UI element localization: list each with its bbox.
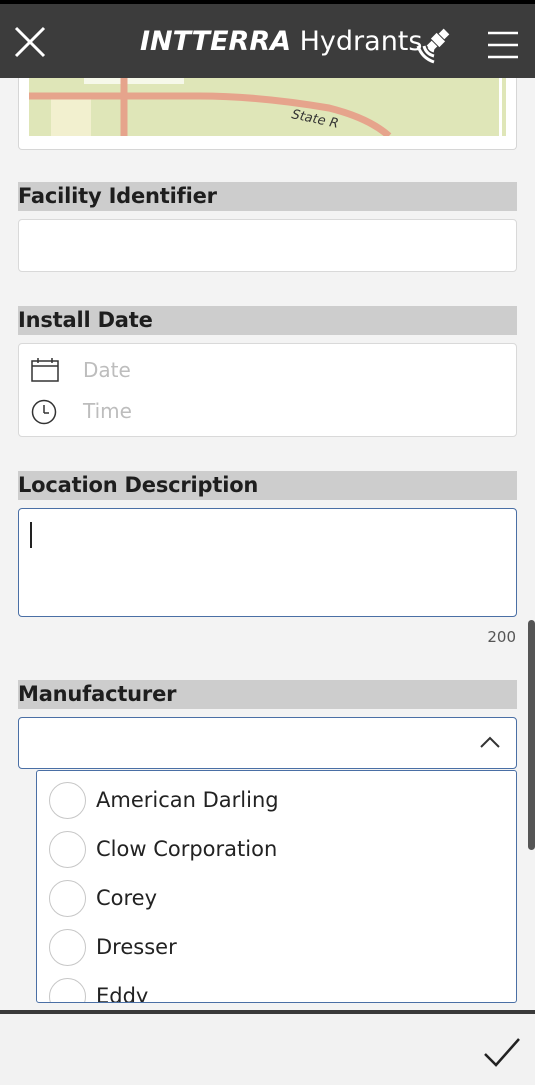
chevron-up-icon <box>480 736 500 748</box>
radio-button[interactable] <box>49 831 86 868</box>
option-corey[interactable]: Corey <box>37 869 515 917</box>
radio-button[interactable] <box>49 929 86 966</box>
option-label: Eddy <box>96 984 149 1003</box>
clock-icon <box>31 399 57 425</box>
radio-button[interactable] <box>49 880 86 917</box>
close-button[interactable] <box>12 24 48 60</box>
facility-identifier-label: Facility Identifier <box>18 184 217 208</box>
install-date-label: Install Date <box>18 308 153 332</box>
option-clow-corporation[interactable]: Clow Corporation <box>37 820 515 868</box>
menu-button[interactable] <box>486 28 520 62</box>
location-description-section: Location Description <box>18 471 517 500</box>
checkmark-icon <box>484 1038 520 1067</box>
brand-name: INTTERRA <box>140 26 292 57</box>
time-picker[interactable]: Time <box>31 397 491 427</box>
text-cursor <box>30 522 32 548</box>
install-date-section: Install Date <box>18 306 517 335</box>
close-icon <box>14 26 46 58</box>
option-label: Corey <box>96 886 158 910</box>
gps-button[interactable] <box>412 24 456 66</box>
calendar-icon <box>31 358 59 382</box>
manufacturer-label: Manufacturer <box>18 682 177 706</box>
location-description-label: Location Description <box>18 473 259 497</box>
submit-button[interactable] <box>482 1034 522 1070</box>
location-description-textarea[interactable] <box>18 508 517 617</box>
manufacturer-options-list[interactable]: American Darling Clow Corporation Corey … <box>36 770 517 1003</box>
app-header: INTTERRA Hydrants <box>0 0 535 78</box>
time-placeholder: Time <box>83 399 132 423</box>
option-american-darling[interactable]: American Darling <box>37 771 515 819</box>
app-name: Hydrants <box>299 26 423 57</box>
manufacturer-section: Manufacturer <box>18 680 517 709</box>
facility-identifier-input[interactable] <box>18 219 517 272</box>
radio-button[interactable] <box>49 978 86 1002</box>
option-eddy[interactable]: Eddy <box>37 967 515 1003</box>
satellite-gps-icon <box>416 28 450 64</box>
radio-button[interactable] <box>49 782 86 819</box>
date-placeholder: Date <box>83 358 131 382</box>
facility-identifier-section: Facility Identifier <box>18 182 517 211</box>
option-label: Dresser <box>96 935 177 959</box>
manufacturer-select[interactable] <box>18 717 517 769</box>
install-date-field: Date Time <box>18 343 517 437</box>
page-scrollbar[interactable] <box>528 620 535 850</box>
hamburger-menu-icon <box>488 31 518 59</box>
option-dresser[interactable]: Dresser <box>37 918 515 966</box>
option-label: American Darling <box>96 788 279 812</box>
character-counter: 200 <box>487 628 516 646</box>
form-footer <box>0 1010 535 1085</box>
location-map-card[interactable]: State R <box>18 78 517 150</box>
option-label: Clow Corporation <box>96 837 278 861</box>
map-preview[interactable]: State R <box>29 78 506 136</box>
date-picker[interactable]: Date <box>31 356 491 386</box>
app-title: INTTERRA Hydrants <box>140 26 422 57</box>
